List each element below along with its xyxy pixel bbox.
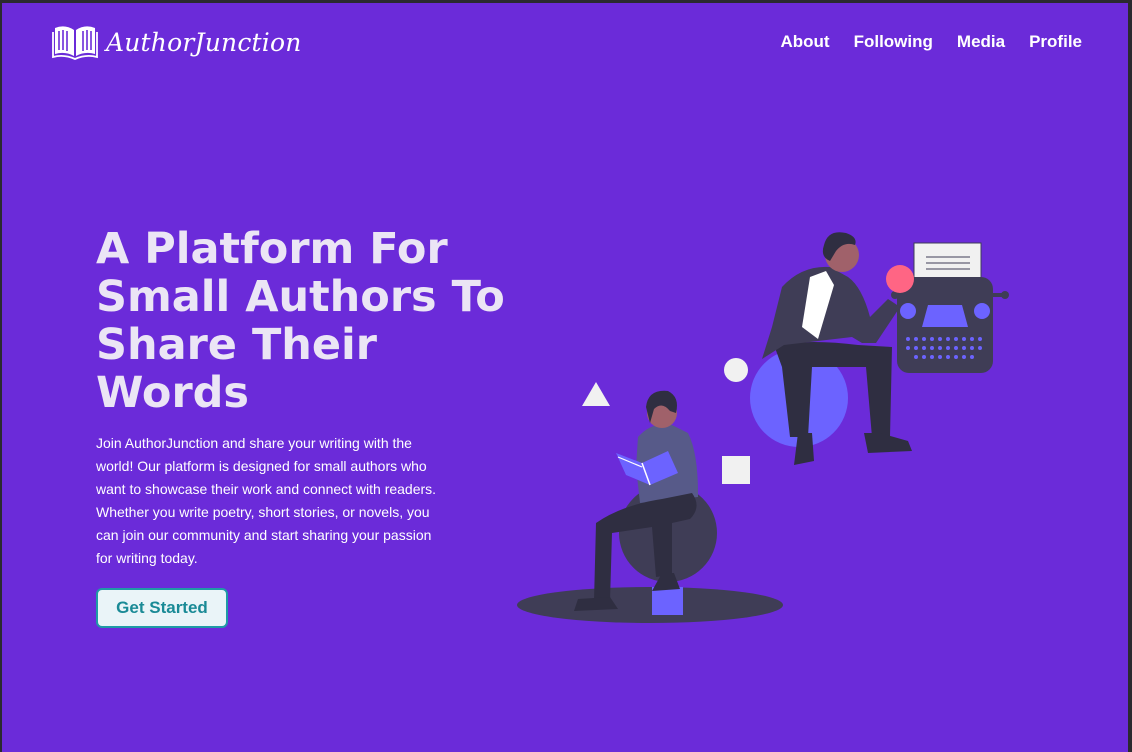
brand-logo[interactable]: AuthorJunction: [52, 20, 302, 64]
hero-description: Join AuthorJunction and share your writi…: [96, 435, 437, 566]
get-started-button[interactable]: Get Started: [96, 588, 228, 628]
nav-link-profile[interactable]: Profile: [1029, 32, 1082, 52]
triangle-shape: [582, 382, 610, 406]
nav-link-media[interactable]: Media: [957, 32, 1005, 52]
blue-cube: [652, 587, 683, 615]
open-book-icon: [52, 20, 98, 64]
typewriter: [891, 242, 1009, 373]
hero-title: A Platform For Small Authors To Share Th…: [96, 224, 505, 418]
hero-illustration: [512, 227, 1012, 631]
landing-page: AuthorJunction About Following Media Pro…: [2, 3, 1128, 752]
nav-link-about[interactable]: About: [780, 32, 829, 52]
ground-shadow: [517, 587, 783, 623]
top-nav: About Following Media Profile: [780, 32, 1082, 52]
circle-shape: [724, 358, 748, 382]
brand-name: AuthorJunction: [106, 27, 302, 57]
nav-link-following[interactable]: Following: [854, 32, 933, 52]
square-shape: [722, 456, 750, 484]
